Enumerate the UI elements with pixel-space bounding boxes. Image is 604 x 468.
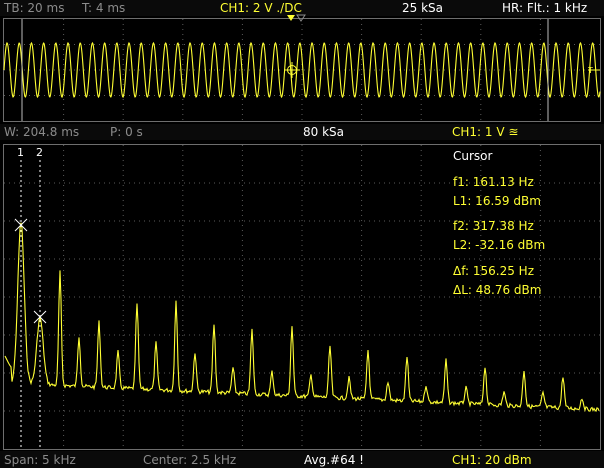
spectrum-grid — [4, 145, 600, 449]
graphics-layer: T — [3, 14, 601, 450]
cursor-f2-value: f2: 317.38 Hz — [453, 219, 534, 233]
cursor-1-marker[interactable]: 1 — [17, 146, 24, 160]
svg-text:T: T — [587, 66, 593, 75]
cursor-delta-l-value: ΔL: 48.76 dBm — [453, 283, 542, 297]
cursor-2-marker[interactable]: 2 — [36, 146, 43, 160]
cursor-f1-value: f1: 161.13 Hz — [453, 175, 534, 189]
cursor-l2-value: L2: -32.16 dBm — [453, 238, 546, 252]
cursor-delta-f-value: Δf: 156.25 Hz — [453, 264, 534, 278]
oscilloscope-screen: TB: 20 ms T: 4 ms CH1: 2 V ./DC 25 kSa H… — [0, 0, 604, 468]
cursor-panel-title: Cursor — [453, 149, 493, 163]
cursor-l1-value: L1: 16.59 dBm — [453, 194, 541, 208]
trigger-level-icon[interactable]: T — [587, 66, 600, 75]
